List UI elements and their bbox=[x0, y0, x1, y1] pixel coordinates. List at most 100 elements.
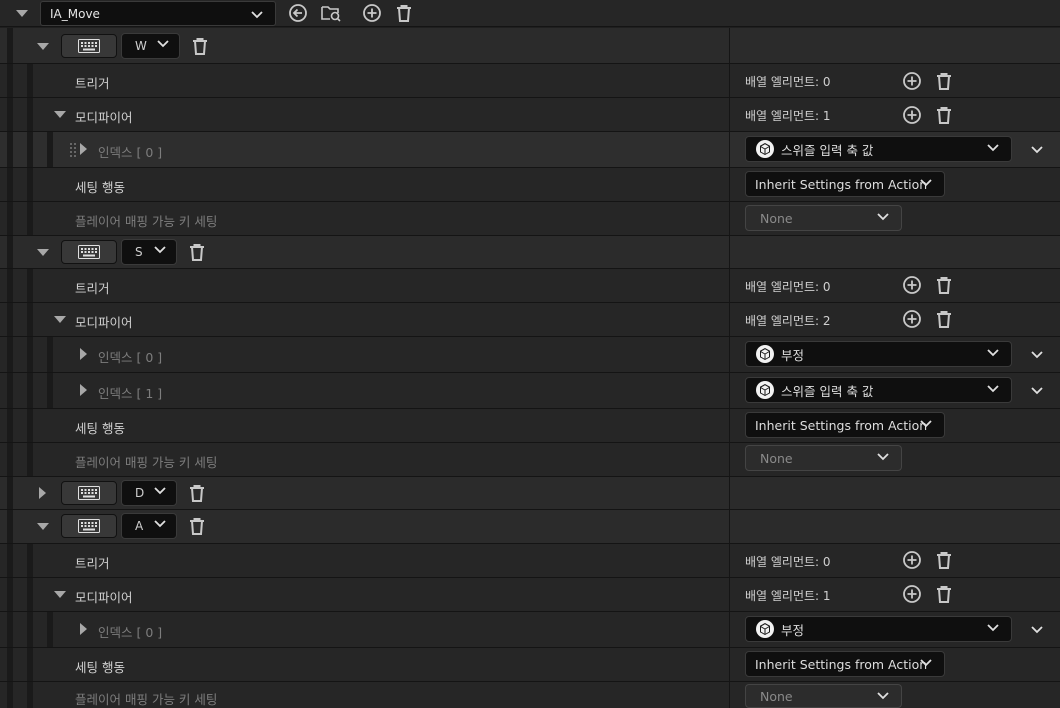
keyboard-icon bbox=[78, 486, 100, 500]
indent-gutter bbox=[47, 373, 53, 408]
key-capture-button[interactable] bbox=[61, 514, 117, 538]
add-trigger-plus-icon[interactable] bbox=[902, 550, 922, 570]
keyboard-icon bbox=[78, 245, 100, 259]
indent-gutter bbox=[7, 202, 13, 235]
key-label: W bbox=[135, 39, 147, 53]
triggers-array-count: 배열 엘리먼트: 0 bbox=[745, 280, 831, 294]
indent-gutter bbox=[7, 64, 13, 97]
player-mappable-row: 플레이어 매핑 가능 키 세팅 None bbox=[0, 682, 1060, 708]
expand-options-chevron-icon[interactable] bbox=[1031, 351, 1043, 359]
modifier-type-combo[interactable]: 스위즐 입력 축 값 bbox=[745, 377, 1012, 403]
expand-index-icon[interactable] bbox=[80, 384, 87, 396]
modifiers-array-count: 배열 엘리먼트: 2 bbox=[745, 314, 831, 328]
indent-gutter bbox=[47, 337, 53, 372]
key-capture-button[interactable] bbox=[61, 481, 117, 505]
add-modifier-plus-icon[interactable] bbox=[902, 105, 922, 125]
triggers-row: 트리거 배열 엘리먼트: 0 bbox=[0, 64, 1060, 98]
chevron-down-icon bbox=[157, 40, 169, 48]
expand-index-icon[interactable] bbox=[80, 348, 87, 360]
chevron-down-icon bbox=[877, 453, 889, 461]
remove-key-trash-icon[interactable] bbox=[187, 516, 207, 536]
clear-triggers-trash-icon[interactable] bbox=[934, 71, 954, 91]
expand-options-chevron-icon[interactable] bbox=[1031, 146, 1043, 154]
chevron-down-icon bbox=[877, 692, 889, 700]
add-modifier-plus-icon[interactable] bbox=[902, 584, 922, 604]
clear-triggers-trash-icon[interactable] bbox=[934, 275, 954, 295]
modifier-type-combo[interactable]: 스위즐 입력 축 값 bbox=[745, 136, 1012, 162]
column-splitter bbox=[729, 236, 730, 268]
player-mappable-combo[interactable]: None bbox=[745, 684, 902, 708]
delete-mapping-trash-icon[interactable] bbox=[394, 3, 414, 23]
column-splitter bbox=[729, 648, 730, 681]
expand-options-chevron-icon[interactable] bbox=[1031, 387, 1043, 395]
column-splitter bbox=[729, 337, 730, 372]
column-splitter bbox=[729, 373, 730, 408]
drag-handle-icon[interactable] bbox=[69, 142, 77, 158]
modifier-type-combo[interactable]: 부정 bbox=[745, 341, 1012, 367]
expand-index-icon[interactable] bbox=[80, 623, 87, 635]
column-splitter bbox=[729, 510, 730, 543]
key-mapping-row-w: W bbox=[0, 28, 1060, 64]
modifier-cube-icon bbox=[755, 380, 775, 400]
expand-modifiers-icon[interactable] bbox=[54, 111, 66, 118]
indent-gutter bbox=[7, 168, 13, 201]
input-action-picker[interactable]: IA_Move bbox=[40, 1, 276, 26]
expand-toggle-icon[interactable] bbox=[39, 487, 46, 499]
key-select-combo[interactable]: S bbox=[121, 239, 177, 265]
key-select-combo[interactable]: A bbox=[121, 513, 177, 539]
player-mappable-label: 플레이어 매핑 가능 키 세팅 bbox=[75, 692, 218, 707]
modifiers-row: 모디파이어 배열 엘리먼트: 2 bbox=[0, 303, 1060, 337]
column-splitter bbox=[729, 612, 730, 647]
add-modifier-plus-icon[interactable] bbox=[902, 309, 922, 329]
add-trigger-plus-icon[interactable] bbox=[902, 275, 922, 295]
expand-toggle-icon[interactable] bbox=[37, 43, 49, 50]
browse-back-arrow-icon[interactable] bbox=[288, 3, 308, 23]
modifier-type-value: 스위즐 입력 축 값 bbox=[781, 142, 874, 158]
modifier-type-combo[interactable]: 부정 bbox=[745, 616, 1012, 642]
setting-behavior-row: 세팅 행동 Inherit Settings from Action bbox=[0, 409, 1060, 443]
remove-key-trash-icon[interactable] bbox=[187, 242, 207, 262]
collapse-header-icon[interactable] bbox=[16, 10, 28, 17]
clear-triggers-trash-icon[interactable] bbox=[934, 550, 954, 570]
column-splitter bbox=[729, 303, 730, 336]
browse-folder-search-icon[interactable] bbox=[320, 3, 342, 23]
add-trigger-plus-icon[interactable] bbox=[902, 71, 922, 91]
expand-toggle-icon[interactable] bbox=[37, 249, 49, 256]
action-header-row: IA_Move bbox=[0, 0, 1060, 27]
remove-key-trash-icon[interactable] bbox=[187, 483, 207, 503]
player-mappable-combo[interactable]: None bbox=[745, 205, 902, 231]
setting-behavior-combo[interactable]: Inherit Settings from Action bbox=[745, 171, 945, 197]
key-capture-button[interactable] bbox=[61, 240, 117, 264]
action-name: IA_Move bbox=[50, 7, 100, 21]
triggers-array-count: 배열 엘리먼트: 0 bbox=[745, 555, 831, 569]
indent-gutter bbox=[27, 443, 33, 476]
setting-behavior-value: Inherit Settings from Action bbox=[755, 656, 928, 672]
expand-modifiers-icon[interactable] bbox=[54, 591, 66, 598]
key-mapping-row-d: D bbox=[0, 477, 1060, 510]
player-mappable-combo[interactable]: None bbox=[745, 445, 902, 471]
setting-behavior-combo[interactable]: Inherit Settings from Action bbox=[745, 651, 945, 677]
indent-gutter bbox=[7, 477, 13, 509]
key-capture-button[interactable] bbox=[61, 34, 117, 58]
indent-gutter bbox=[27, 373, 33, 408]
column-splitter bbox=[729, 409, 730, 442]
clear-modifiers-trash-icon[interactable] bbox=[934, 309, 954, 329]
expand-toggle-icon[interactable] bbox=[37, 523, 49, 530]
setting-behavior-combo[interactable]: Inherit Settings from Action bbox=[745, 412, 945, 438]
column-splitter bbox=[729, 98, 730, 131]
remove-key-trash-icon[interactable] bbox=[190, 36, 210, 56]
key-select-combo[interactable]: D bbox=[121, 480, 177, 506]
indent-gutter bbox=[7, 236, 13, 268]
clear-modifiers-trash-icon[interactable] bbox=[934, 105, 954, 125]
key-select-combo[interactable]: W bbox=[121, 33, 180, 59]
expand-options-chevron-icon[interactable] bbox=[1031, 626, 1043, 634]
player-mappable-value: None bbox=[760, 450, 793, 466]
clear-modifiers-trash-icon[interactable] bbox=[934, 584, 954, 604]
expand-index-icon[interactable] bbox=[80, 143, 87, 155]
modifier-index-row: 인덱스 [ 0 ] 부정 bbox=[0, 612, 1060, 648]
add-mapping-plus-icon[interactable] bbox=[362, 3, 382, 23]
indent-gutter bbox=[7, 98, 13, 131]
modifier-index-label: 인덱스 [ 0 ] bbox=[98, 625, 163, 640]
expand-modifiers-icon[interactable] bbox=[54, 316, 66, 323]
column-splitter bbox=[729, 477, 730, 509]
